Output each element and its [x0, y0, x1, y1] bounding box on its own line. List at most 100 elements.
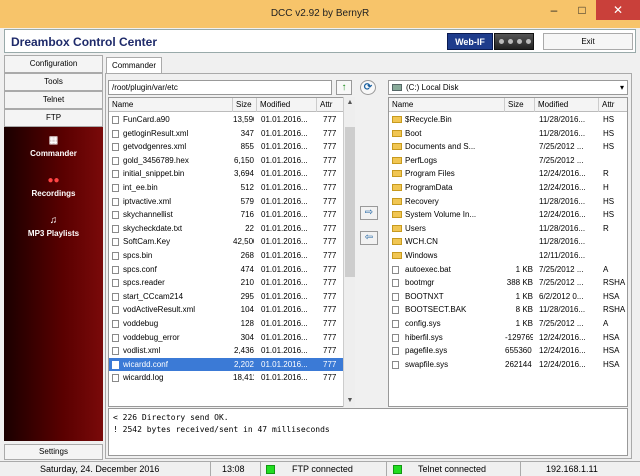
file-row[interactable]: getloginResult.xml 347 01.01.2016... 777 — [109, 127, 343, 140]
exit-button[interactable]: Exit — [543, 33, 633, 50]
file-row[interactable]: initial_snippet.bin 3,694 01.01.2016... 777 — [109, 167, 343, 180]
folder-icon — [392, 197, 402, 205]
local-file-list[interactable]: Name Size Modified Attr $Recycle.Bin 11/2… — [388, 97, 628, 407]
file-row[interactable]: Program Files 12/24/2016... R — [389, 167, 627, 180]
column-attr[interactable]: Attr — [599, 98, 627, 112]
scroll-down-icon[interactable]: ▼ — [344, 395, 356, 407]
sidebar-tab-tools[interactable]: Tools — [4, 73, 103, 91]
file-attr: 777 — [323, 332, 337, 342]
file-row[interactable]: swapfile.sys 262144 KB 12/24/2016... HSA — [389, 358, 627, 371]
file-row[interactable]: pagefile.sys 655360 KB 12/24/2016... HSA — [389, 344, 627, 357]
sidebar-tab-configuration[interactable]: Configuration — [4, 55, 103, 73]
file-row[interactable]: spcs.reader 210 01.01.2016... 777 — [109, 276, 343, 289]
file-row[interactable]: wicardd.log 18,411 01.01.2016... 777 — [109, 371, 343, 384]
scrollbar-thumb[interactable] — [345, 127, 355, 277]
file-row[interactable]: getvodgenres.xml 855 01.01.2016... 777 — [109, 140, 343, 153]
file-name: start_CCcam214 — [123, 291, 184, 301]
file-row[interactable]: vodlist.xml 2,436 01.01.2016... 777 — [109, 344, 343, 357]
file-row[interactable]: FunCard.a90 13,590 01.01.2016... 777 — [109, 113, 343, 126]
remote-list-scrollbar[interactable]: ▲ ▼ — [343, 97, 355, 407]
sidebar-tab-ftp[interactable]: FTP — [4, 109, 103, 127]
webif-button[interactable]: Web-IF — [447, 33, 493, 50]
column-name[interactable]: Name — [109, 98, 233, 112]
close-button[interactable]: ✕ — [596, 0, 640, 20]
file-row[interactable]: int_ee.bin 512 01.01.2016... 777 — [109, 181, 343, 194]
file-row[interactable]: $Recycle.Bin 11/28/2016... HS — [389, 113, 627, 126]
file-row[interactable]: skycheckdate.txt 22 01.01.2016... 777 — [109, 222, 343, 235]
file-row[interactable]: wicardd.conf 2,202 01.01.2016... 777 — [109, 357, 343, 371]
file-row[interactable]: ProgramData 12/24/2016... H — [389, 181, 627, 194]
file-row[interactable]: iptvactive.xml 579 01.01.2016... 777 — [109, 195, 343, 208]
nav-item-recordings[interactable]: ●● Recordings — [4, 175, 103, 198]
file-attr: R — [603, 223, 609, 233]
settings-button[interactable]: Settings — [4, 444, 103, 460]
nav-item-mp3-playlists[interactable]: ♫ MP3 Playlists — [4, 215, 103, 238]
file-attr: A — [603, 264, 609, 274]
file-name: wicardd.conf — [123, 359, 168, 369]
refresh-icon[interactable]: ⟳ — [360, 80, 376, 95]
file-row[interactable]: voddebug_error 304 01.01.2016... 777 — [109, 331, 343, 344]
file-row[interactable]: BOOTNXT 1 KB 6/2/2012 0... HSA — [389, 290, 627, 303]
chevron-down-icon: ▾ — [619, 83, 624, 92]
remote-file-list[interactable]: Name Size Modified Attr FunCard.a90 13,59… — [108, 97, 344, 407]
column-size[interactable]: Size — [505, 98, 535, 112]
sidebar: Configuration Tools Telnet FTP ▦ Command… — [4, 55, 103, 460]
column-modified[interactable]: Modified — [535, 98, 599, 112]
file-row[interactable]: Recovery 11/28/2016... HS — [389, 195, 627, 208]
file-row[interactable]: Windows 12/11/2016... — [389, 249, 627, 262]
copy-to-remote-button[interactable]: ⇦ — [360, 231, 378, 245]
copy-to-local-button[interactable]: ⇨ — [360, 206, 378, 220]
file-attr: HSA — [603, 291, 620, 301]
file-size: 474 — [240, 264, 254, 274]
file-row[interactable]: SoftCam.Key 42,500 01.01.2016... 777 — [109, 235, 343, 248]
status-ftp: FTP connected — [292, 464, 353, 474]
file-row[interactable]: Users 11/28/2016... R — [389, 222, 627, 235]
file-icon — [112, 333, 119, 342]
column-name[interactable]: Name — [389, 98, 505, 112]
column-attr[interactable]: Attr — [317, 98, 343, 112]
file-row[interactable]: gold_3456789.hex 6,150 01.01.2016... 777 — [109, 154, 343, 167]
tab-commander[interactable]: Commander — [106, 57, 162, 73]
column-modified[interactable]: Modified — [257, 98, 317, 112]
file-name: iptvactive.xml — [123, 196, 172, 206]
parent-directory-button[interactable]: ↑ — [336, 80, 352, 95]
sidebar-tab-telnet[interactable]: Telnet — [4, 91, 103, 109]
file-row[interactable]: Boot 11/28/2016... HS — [389, 127, 627, 140]
file-modified: 01.01.2016... — [261, 264, 308, 274]
nav-item-commander[interactable]: ▦ Commander — [4, 135, 103, 158]
file-name: vodlist.xml — [123, 346, 161, 356]
file-row[interactable]: System Volume In... 12/24/2016... HS — [389, 208, 627, 221]
remote-control-icon[interactable] — [494, 33, 534, 50]
file-row[interactable]: config.sys 1 KB 7/25/2012 ... A — [389, 317, 627, 330]
minimize-button[interactable]: – — [540, 0, 568, 20]
file-row[interactable]: spcs.bin 268 01.01.2016... 777 — [109, 249, 343, 262]
file-row[interactable]: autoexec.bat 1 KB 7/25/2012 ... A — [389, 263, 627, 276]
file-row[interactable]: BOOTSECT.BAK 8 KB 11/28/2016... RSHA — [389, 303, 627, 316]
file-row[interactable]: WCH.CN 11/28/2016... — [389, 235, 627, 248]
file-row[interactable]: start_CCcam214 295 01.01.2016... 777 — [109, 290, 343, 303]
local-drive-select[interactable]: (C:) Local Disk ▾ — [388, 80, 628, 95]
file-size: 716 — [240, 210, 254, 220]
file-row[interactable]: Documents and S... 7/25/2012 ... HS — [389, 140, 627, 153]
file-attr: 777 — [323, 359, 337, 369]
status-time: 13:08 — [222, 464, 245, 474]
scroll-up-icon[interactable]: ▲ — [344, 97, 356, 109]
maximize-button[interactable]: □ — [568, 0, 596, 20]
file-icon — [112, 252, 119, 260]
column-size[interactable]: Size — [233, 98, 257, 112]
file-name: System Volume In... — [405, 210, 477, 220]
file-row[interactable]: vodActiveResult.xml 104 01.01.2016... 777 — [109, 303, 343, 316]
file-name: autoexec.bat — [405, 264, 451, 274]
file-name: PerfLogs — [405, 155, 438, 165]
file-row[interactable]: bootmgr 388 KB 7/25/2012 ... RSHA — [389, 276, 627, 289]
file-row[interactable]: voddebug 128 01.01.2016... 777 — [109, 317, 343, 330]
remote-path-field[interactable]: /root/plugin/var/etc — [108, 80, 332, 95]
file-icon — [112, 360, 119, 369]
file-row[interactable]: skychannellist 716 01.01.2016... 777 — [109, 208, 343, 221]
file-row[interactable]: hiberfil.sys -129769... 12/24/2016... HSA — [389, 331, 627, 344]
file-row[interactable]: spcs.conf 474 01.01.2016... 777 — [109, 263, 343, 276]
file-modified: 01.01.2016... — [261, 183, 308, 192]
file-row[interactable]: PerfLogs 7/25/2012 ... — [389, 154, 627, 167]
file-icon — [112, 279, 119, 288]
file-modified: 01.01.2016... — [261, 128, 308, 138]
